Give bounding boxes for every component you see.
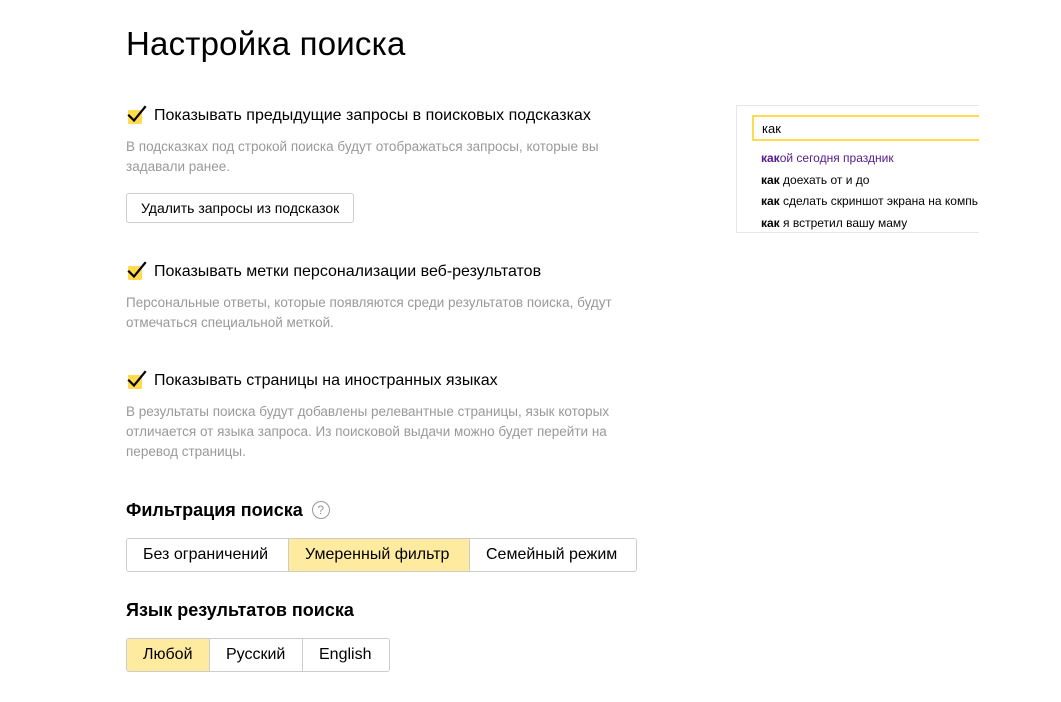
checkbox-foreign-pages[interactable] — [126, 370, 147, 390]
option-row[interactable]: Показывать предыдущие запросы в поисковы… — [126, 105, 646, 127]
filter-option-family[interactable]: Семейный режим — [470, 539, 636, 571]
suggest-preview: какой сегодня праздник как доехать от и … — [736, 105, 979, 233]
page-title: Настройка поиска — [126, 25, 406, 62]
option-description: Персональные ответы, которые появляются … — [126, 295, 612, 330]
preview-suggest-item: какой сегодня праздник — [761, 148, 978, 170]
delete-suggest-queries-button[interactable]: Удалить запросы из подсказок — [126, 193, 355, 223]
filter-segmented-control: Без ограничений Умеренный фильтр Семейны… — [126, 538, 637, 572]
preview-suggest-item: как доехать от и до — [761, 170, 978, 192]
search-settings-page: Настройка поиска Показывать предыдущие з… — [0, 0, 1061, 702]
language-option-russian[interactable]: Русский — [210, 639, 303, 671]
option-label[interactable]: Показывать предыдущие запросы в поисковы… — [154, 105, 591, 127]
option-row[interactable]: Показывать метки персонализации веб-резу… — [126, 261, 646, 283]
checkbox-previous-queries[interactable] — [126, 105, 147, 125]
preview-suggest-item: как сделать скриншот экрана на компь — [761, 191, 978, 213]
suggest-rest: я встретил вашу маму — [779, 215, 908, 230]
option-label[interactable]: Показывать страницы на иностранных языка… — [154, 370, 498, 392]
preview-suggest-list: какой сегодня праздник как доехать от и … — [761, 148, 978, 233]
suggest-prefix: как — [761, 194, 780, 208]
filter-option-no-restrictions[interactable]: Без ограничений — [127, 539, 289, 571]
language-option-any[interactable]: Любой — [127, 639, 210, 671]
option-foreign-pages: Показывать страницы на иностранных языка… — [126, 370, 646, 462]
suggest-prefix: как — [761, 215, 780, 230]
language-segmented-control: Любой Русский English — [126, 638, 390, 672]
option-personalization-marks: Показывать метки персонализации веб-резу… — [126, 261, 646, 333]
checkmark-icon — [127, 105, 147, 123]
suggest-rest: сделать скриншот экрана на компь — [779, 194, 978, 208]
option-previous-queries: Показывать предыдущие запросы в поисковы… — [126, 105, 646, 177]
suggest-rest: ой сегодня праздник — [779, 151, 894, 165]
suggest-prefix: как — [761, 172, 780, 187]
suggest-prefix: как — [761, 151, 780, 165]
filter-option-moderate[interactable]: Умеренный фильтр — [289, 539, 470, 571]
language-option-english[interactable]: English — [303, 639, 389, 671]
language-section-title: Язык результатов поиска — [126, 598, 354, 622]
preview-suggest-item: как я встретил вашу маму — [761, 213, 978, 233]
option-label[interactable]: Показывать метки персонализации веб-резу… — [154, 261, 541, 283]
filter-title-text: Фильтрация поиска — [126, 500, 303, 520]
preview-search-input — [752, 115, 979, 141]
option-description: В подсказках под строкой поиска будут от… — [126, 139, 599, 174]
question-circle-icon[interactable]: ? — [311, 501, 330, 519]
option-description: В результаты поиска будут добавлены реле… — [126, 404, 610, 459]
suggest-rest: доехать от и до — [779, 172, 870, 187]
language-title-text: Язык результатов поиска — [126, 600, 354, 620]
checkbox-personalization-marks[interactable] — [126, 261, 147, 281]
filter-section-title: Фильтрация поиска ? — [126, 498, 330, 522]
option-row[interactable]: Показывать страницы на иностранных языка… — [126, 370, 646, 392]
checkmark-icon — [127, 370, 147, 388]
checkmark-icon — [127, 261, 147, 279]
